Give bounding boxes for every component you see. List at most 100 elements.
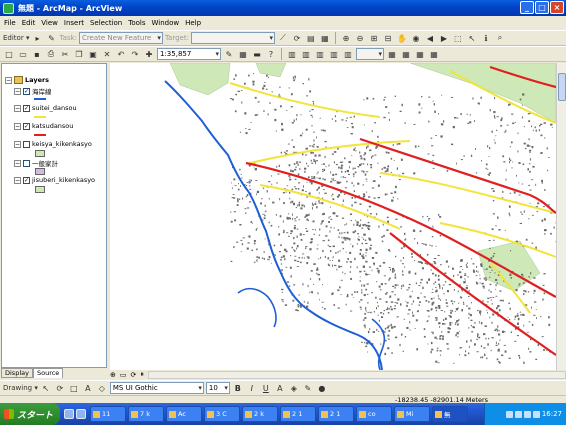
copy-icon[interactable]: ❐ <box>73 48 85 60</box>
close-button[interactable]: × <box>550 1 564 14</box>
arctoolbox-icon[interactable]: ▦ <box>237 48 249 60</box>
menu-file[interactable]: File <box>4 19 16 27</box>
edit-tool-icon[interactable]: ▸ <box>31 32 43 44</box>
undo-icon[interactable]: ↶ <box>115 48 127 60</box>
layer-row[interactable]: − keisya_kikenkasyo <box>14 140 92 148</box>
tray-icon[interactable] <box>523 410 531 418</box>
layer-visibility-checkbox[interactable]: ✓ <box>23 122 30 130</box>
tab-display[interactable]: Display <box>1 368 33 378</box>
command-line-icon[interactable]: ▬ <box>251 48 263 60</box>
task-button[interactable]: co <box>356 406 392 422</box>
paste-icon[interactable]: ▣ <box>87 48 99 60</box>
data-view-icon[interactable]: ⊕ <box>110 371 116 379</box>
quick-launch-icon[interactable] <box>64 409 74 419</box>
select-features-icon[interactable]: ⬚ <box>452 32 464 44</box>
new-document-icon[interactable]: □ <box>3 48 15 60</box>
back-extent-icon[interactable]: ◀ <box>424 32 436 44</box>
start-button[interactable]: スタート <box>0 403 60 425</box>
layer-row[interactable]: − ✓ suitei_dansou <box>14 104 77 112</box>
split-tool-icon[interactable]: ⟋ <box>277 32 289 44</box>
layer-row[interactable]: − ✓ 海岸線 <box>14 86 52 96</box>
map-horizontal-scrollbar[interactable] <box>147 370 566 379</box>
collapse-icon[interactable]: − <box>14 122 21 130</box>
layer-visibility-checkbox[interactable]: ✓ <box>23 87 30 95</box>
sketch-properties-icon[interactable]: ▦ <box>319 32 331 44</box>
layer-row[interactable]: − 一般家計 <box>14 158 58 168</box>
marker-color-icon[interactable]: ● <box>316 382 328 394</box>
minimize-button[interactable]: _ <box>520 1 534 14</box>
task-button[interactable]: 2 1 <box>280 406 316 422</box>
task-button[interactable]: 無 <box>432 406 468 422</box>
rotate-tool-icon[interactable]: ⟳ <box>291 32 303 44</box>
forward-extent-icon[interactable]: ▶ <box>438 32 450 44</box>
print-icon[interactable]: ⎙ <box>45 48 57 60</box>
font-dropdown[interactable]: MS UI Gothic <box>109 382 204 394</box>
find-icon[interactable]: ⌕ <box>494 32 506 44</box>
line-color-icon[interactable]: ✎ <box>302 382 314 394</box>
zoom-out-icon[interactable]: ⊖ <box>354 32 366 44</box>
task-button[interactable]: 11 <box>90 406 126 422</box>
collapse-icon[interactable]: − <box>14 159 21 167</box>
editor-menu[interactable]: Editor ▾ <box>3 34 29 42</box>
maximize-button[interactable]: □ <box>535 1 549 14</box>
toc-root[interactable]: − Layers <box>5 76 49 84</box>
editor-toolbar-icon[interactable]: ✎ <box>223 48 235 60</box>
collapse-icon[interactable]: − <box>14 104 21 112</box>
map-vertical-scrollbar[interactable] <box>556 63 566 370</box>
menu-help[interactable]: Help <box>185 19 201 27</box>
tray-icon[interactable] <box>505 410 513 418</box>
cut-icon[interactable]: ✂ <box>59 48 71 60</box>
target-dropdown[interactable] <box>190 32 275 44</box>
layer-visibility-checkbox[interactable]: ✓ <box>23 176 30 184</box>
font-size-dropdown[interactable]: 10 <box>205 382 230 394</box>
layer-row[interactable]: − ✓ katsudansou <box>14 122 73 130</box>
map-view[interactable] <box>110 63 556 370</box>
task-button[interactable]: 2 1 <box>318 406 354 422</box>
redo-icon[interactable]: ↷ <box>129 48 141 60</box>
save-icon[interactable]: ▪ <box>31 48 43 60</box>
collapse-icon[interactable]: − <box>5 76 12 84</box>
drawing-menu[interactable]: Drawing ▾ <box>3 384 38 392</box>
bold-button[interactable]: B <box>232 382 244 394</box>
menu-selection[interactable]: Selection <box>90 19 122 27</box>
menu-window[interactable]: Window <box>152 19 180 27</box>
rotate-icon[interactable]: ⟳ <box>54 382 66 394</box>
sketch-tool-icon[interactable]: ✎ <box>45 32 57 44</box>
layout-tool2-icon[interactable]: ▥ <box>300 48 312 60</box>
text-tool-icon[interactable]: A <box>82 382 94 394</box>
collapse-icon[interactable]: − <box>14 140 21 148</box>
rectangle-icon[interactable]: □ <box>68 382 80 394</box>
layer-row[interactable]: − ✓ jisuberi_kikenkasyo <box>14 176 95 184</box>
zoom-in-icon[interactable]: ⊕ <box>340 32 352 44</box>
task-button[interactable]: Ac <box>166 406 202 422</box>
open-icon[interactable]: ▭ <box>17 48 29 60</box>
collapse-icon[interactable]: − <box>14 87 21 95</box>
italic-button[interactable]: I <box>246 382 258 394</box>
tray-icon[interactable] <box>532 410 540 418</box>
task-button[interactable]: 3 C <box>204 406 240 422</box>
pan-icon[interactable]: ✋ <box>396 32 408 44</box>
add-data-icon[interactable]: ✚ <box>143 48 155 60</box>
menu-edit[interactable]: Edit <box>22 19 36 27</box>
menu-insert[interactable]: Insert <box>64 19 84 27</box>
layer-visibility-checkbox[interactable] <box>23 159 30 167</box>
layout-zoom-dropdown[interactable] <box>356 48 384 60</box>
layout-tool7-icon[interactable]: ▦ <box>400 48 412 60</box>
fixed-zoom-out-icon[interactable]: ⊟ <box>382 32 394 44</box>
task-button[interactable]: Mi <box>394 406 430 422</box>
full-extent-icon[interactable]: ◉ <box>410 32 422 44</box>
layer-visibility-checkbox[interactable]: ✓ <box>23 104 30 112</box>
task-dropdown[interactable]: Create New Feature <box>78 32 163 44</box>
font-color-icon[interactable]: A <box>274 382 286 394</box>
menu-tools[interactable]: Tools <box>128 19 145 27</box>
layout-tool3-icon[interactable]: ▥ <box>314 48 326 60</box>
layout-tool-icon[interactable]: ▥ <box>286 48 298 60</box>
layout-tool5-icon[interactable]: ▥ <box>342 48 354 60</box>
whats-this-icon[interactable]: ? <box>265 48 277 60</box>
layer-visibility-checkbox[interactable] <box>23 140 30 148</box>
layout-tool9-icon[interactable]: ▦ <box>428 48 440 60</box>
task-button[interactable]: 2 k <box>242 406 278 422</box>
identify-icon[interactable]: ℹ <box>480 32 492 44</box>
select-elements-icon[interactable]: ↖ <box>40 382 52 394</box>
fill-color-icon[interactable]: ◈ <box>288 382 300 394</box>
